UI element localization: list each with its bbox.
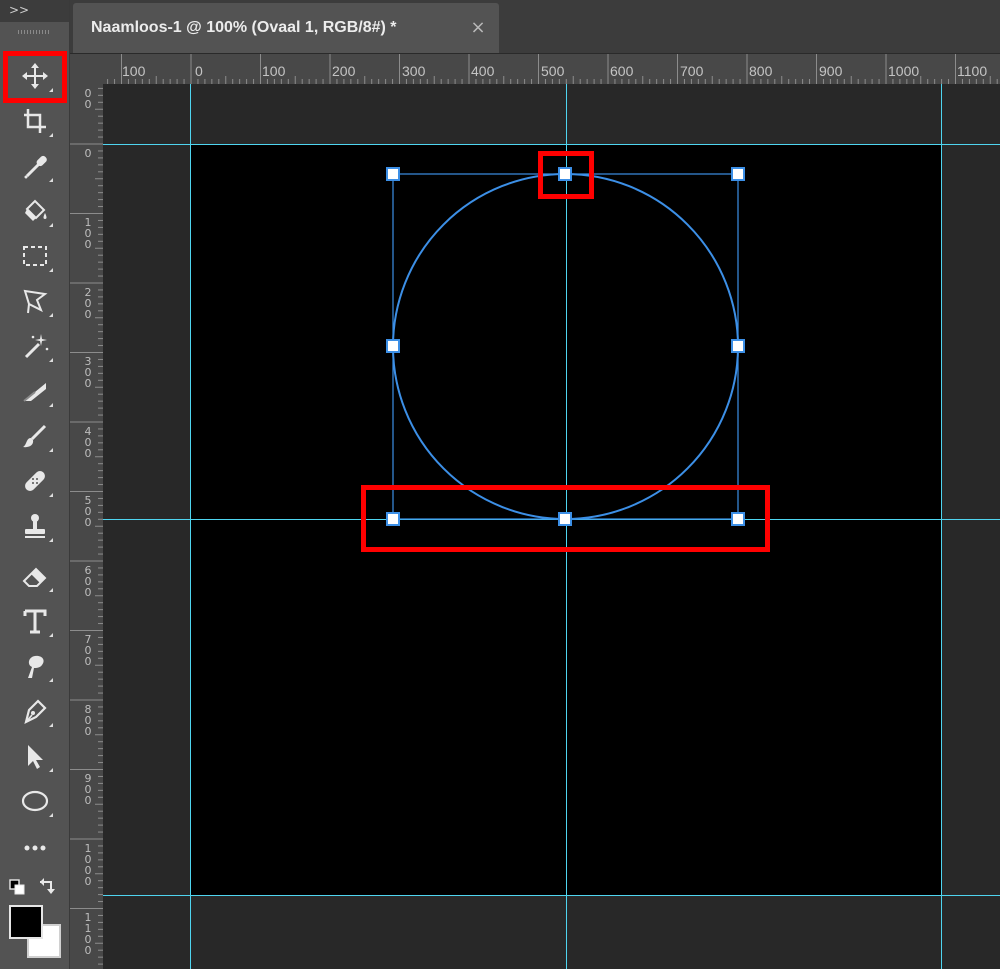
highlight-bottom-handles <box>361 485 770 552</box>
transform-handle-middle-right[interactable] <box>731 339 745 353</box>
transform-handle-top-left[interactable] <box>386 167 400 181</box>
ellipse-path[interactable] <box>392 173 739 520</box>
transform-handle-top-right[interactable] <box>731 167 745 181</box>
highlight-top-handle <box>538 151 594 199</box>
highlight-move-tool <box>3 51 67 103</box>
transform-bounding-box[interactable] <box>392 173 739 520</box>
transform-handle-middle-left[interactable] <box>386 339 400 353</box>
